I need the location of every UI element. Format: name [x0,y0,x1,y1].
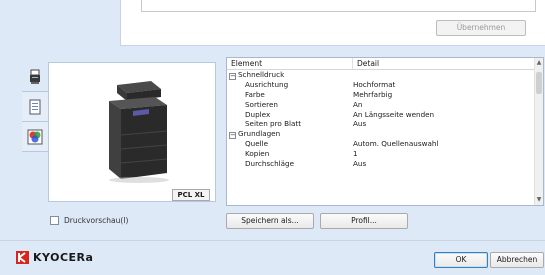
element-text: Duplex [245,109,271,119]
footer-bar: KYOCERa OK Abbrechen [0,240,545,275]
collapse-icon[interactable]: − [229,73,236,80]
element-text: Farbe [245,89,265,99]
detail-cell: An [353,99,363,109]
table-row[interactable]: Quelle Autom. Quellenauswahl [227,139,543,149]
group-label: − Schnelldruck [227,70,353,80]
element-cell: Farbe [227,90,353,100]
document-icon [29,99,41,114]
printer-image [109,81,169,183]
settings-field [141,0,536,12]
apply-button[interactable]: Übernehmen [436,20,526,36]
table-row[interactable]: − Grundlagen [227,129,543,140]
detail-cell: Hochformat [353,79,396,89]
column-header-detail[interactable]: Detail [353,58,543,69]
tab-printer[interactable] [22,62,48,92]
top-panel: Übernehmen [0,0,545,50]
element-text: Durchschläge [245,159,295,169]
table-row[interactable]: − Schnelldruck [227,70,543,80]
element-cell: Seiten pro Blatt [227,119,353,129]
element-text: Schnelldruck [238,70,285,79]
printer-icon [30,69,40,84]
table-row[interactable]: Farbe Mehrfarbig [227,90,543,100]
element-cell: Ausrichtung [227,80,353,90]
element-text: Quelle [245,139,269,149]
list-header: Element Detail [227,58,543,70]
list-scrollbar[interactable]: ▲ ▼ [534,58,543,205]
list-rows: − Schnelldruck Ausrichtung Hochformat Farbe M… [227,70,543,169]
table-row[interactable]: Seiten pro Blatt Aus [227,119,543,129]
ok-button[interactable]: OK [434,252,488,268]
detail-cell: Aus [353,159,367,169]
table-row[interactable]: Duplex An Längsseite wenden [227,110,543,120]
detail-cell [353,70,543,80]
group-label: − Grundlagen [227,129,353,140]
table-row[interactable]: Sortieren An [227,100,543,110]
brand-logo: KYOCERa [16,251,93,264]
properties-list[interactable]: Element Detail − Schnelldruck Ausrichtung H… [226,57,544,206]
tab-color[interactable] [22,122,48,152]
tab-document[interactable] [22,92,48,122]
element-cell: Quelle [227,139,353,149]
detail-cell [353,129,543,139]
table-row[interactable]: Kopien 1 [227,149,543,159]
collapse-icon[interactable]: − [229,132,236,140]
print-preview-option[interactable]: Druckvorschau(I) [50,216,128,225]
print-preview-label: Druckvorschau(I) [64,216,129,225]
color-icon [27,129,43,144]
detail-cell: Aus [353,119,367,129]
element-cell: Kopien [227,149,353,159]
element-text: Grundlagen [238,129,281,139]
scroll-down-icon[interactable]: ▼ [535,196,543,204]
kyocera-logo-icon [16,251,29,264]
detail-cell: 1 [353,149,358,159]
brand-name: KYOCERa [33,251,94,264]
table-row[interactable]: Durchschläge Aus [227,159,543,169]
element-text: Ausrichtung [245,79,289,89]
table-row[interactable]: Ausrichtung Hochformat [227,80,543,90]
scroll-thumb[interactable] [536,72,542,94]
element-cell: Durchschläge [227,159,353,169]
cancel-button[interactable]: Abbrechen [490,252,544,268]
detail-cell: An Längsseite wenden [353,109,435,119]
element-text: Kopien [245,149,270,159]
profile-button[interactable]: Profil... [320,213,408,229]
element-text: Seiten pro Blatt [245,119,302,129]
printer-preview: PCL XL [48,62,216,202]
column-header-element[interactable]: Element [227,58,353,69]
save-as-button[interactable]: Speichern als... [226,213,314,229]
pcl-badge: PCL XL [172,189,210,201]
element-text: Sortieren [245,99,278,109]
element-cell: Sortieren [227,100,353,110]
element-cell: Duplex [227,110,353,120]
print-preview-checkbox[interactable] [50,216,59,225]
scroll-up-icon[interactable]: ▲ [535,59,543,67]
detail-cell: Mehrfarbig [353,89,393,99]
detail-cell: Autom. Quellenauswahl [353,139,439,149]
side-tabs [22,62,48,176]
